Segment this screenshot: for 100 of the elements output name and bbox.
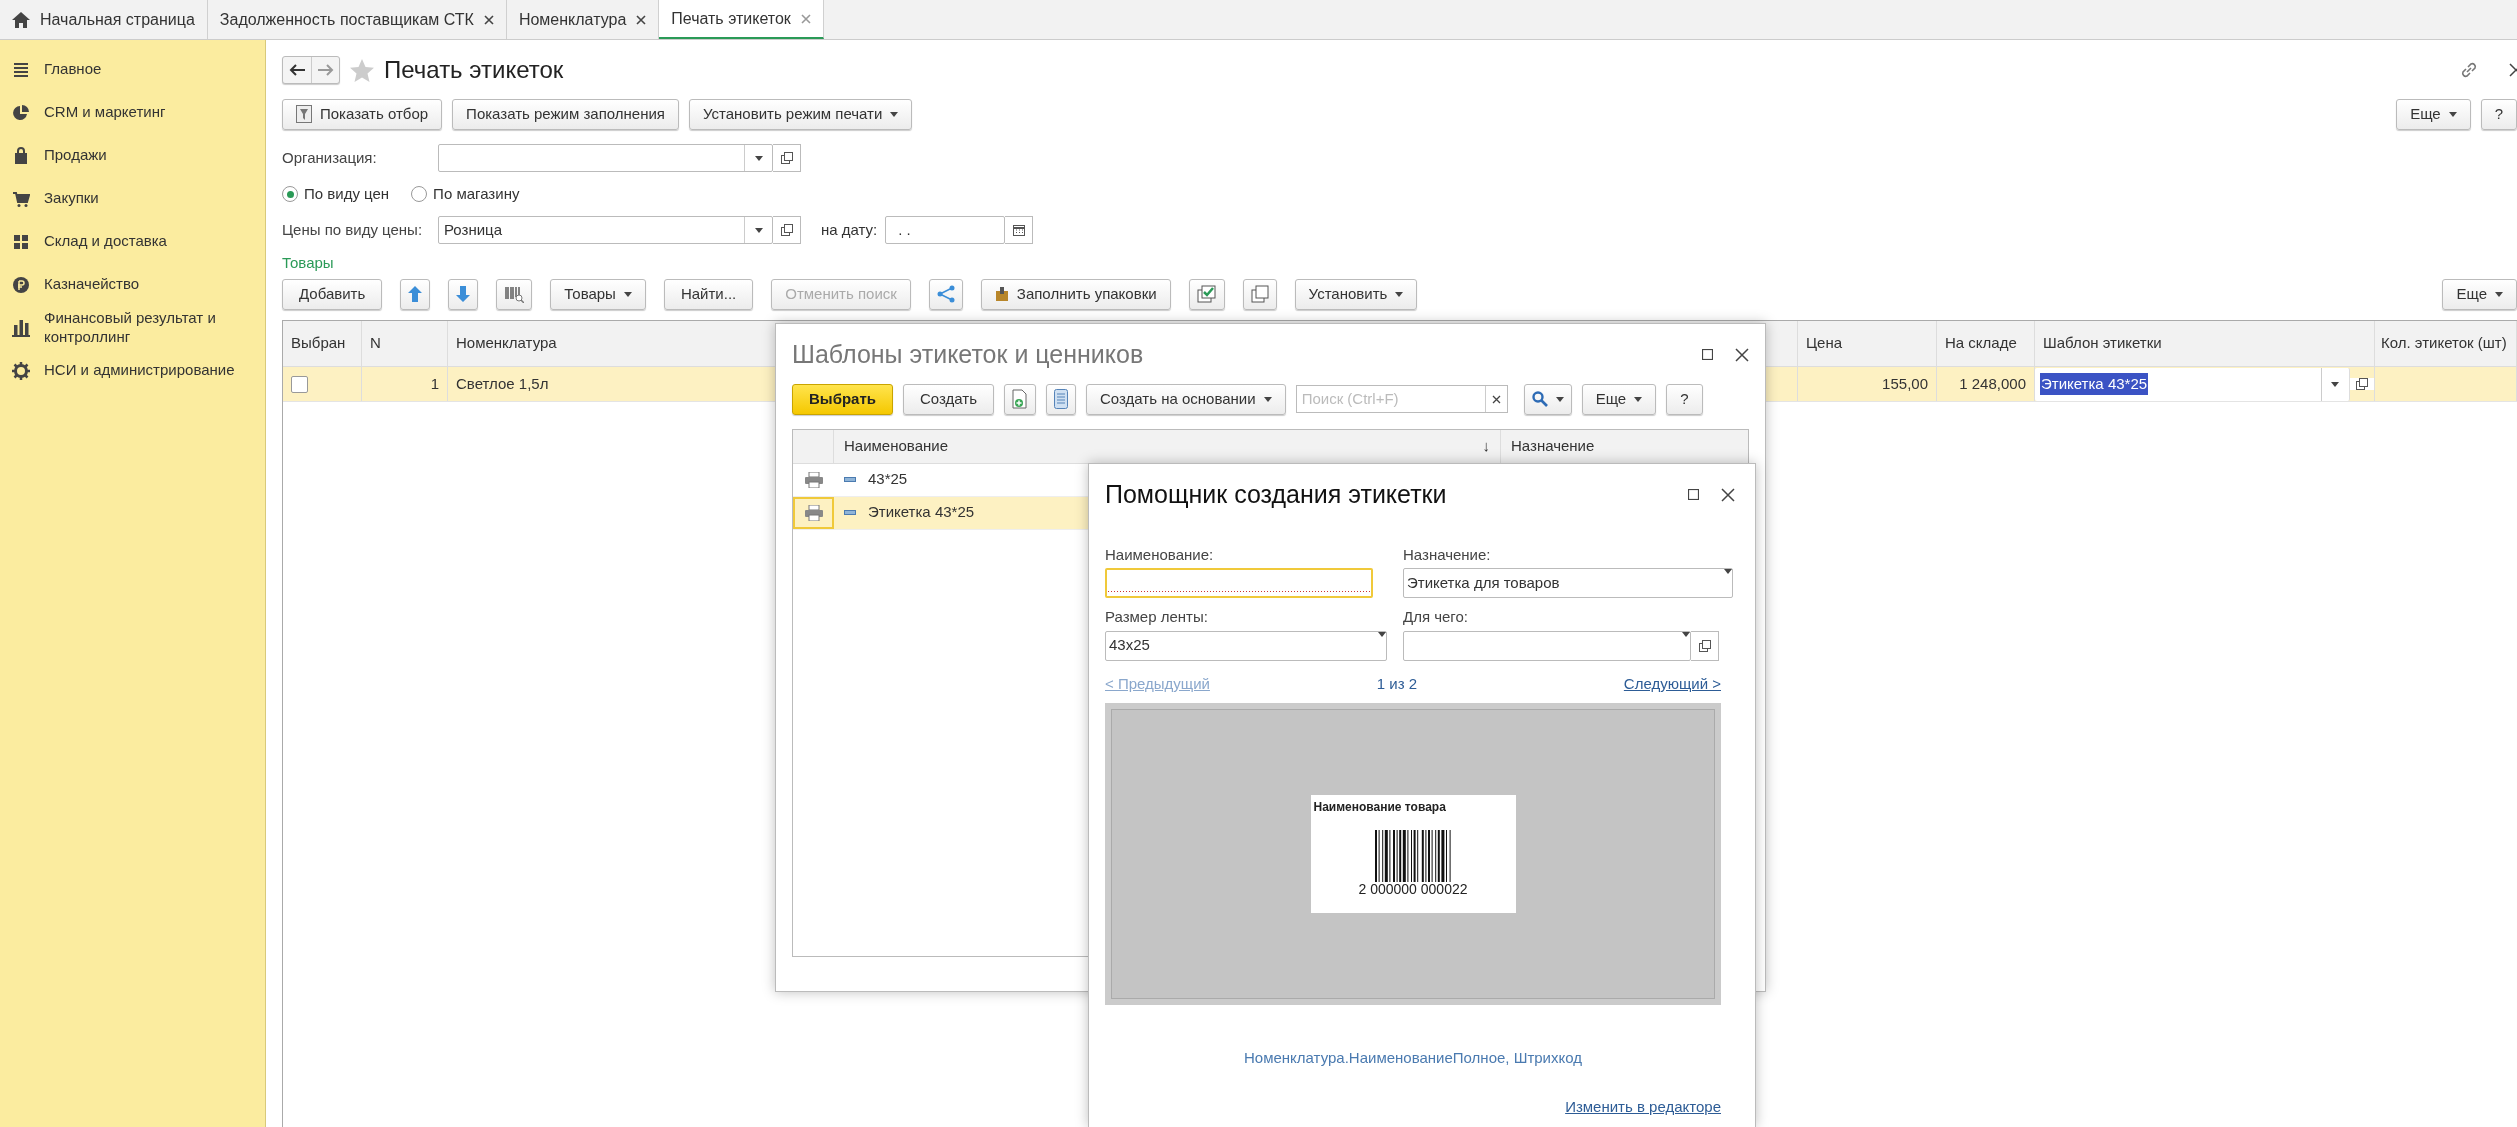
column-header[interactable]: Кол. этикеток (шт) <box>2375 321 2517 366</box>
next-link[interactable]: Следующий > <box>1623 672 1721 695</box>
field-value: 43x25 <box>1109 635 1150 656</box>
clear-icon[interactable] <box>1491 394 1501 404</box>
close-icon[interactable] <box>2509 63 2517 77</box>
more-button[interactable]: Еще <box>2442 278 2517 310</box>
help-button[interactable]: ? <box>1666 383 1703 415</box>
toolbar-button[interactable]: Товары <box>550 278 646 310</box>
column-header[interactable]: На складе <box>1937 321 2035 366</box>
sidebar-item[interactable]: Продажи <box>44 146 107 165</box>
calendar-button[interactable] <box>1005 216 1034 244</box>
star-icon[interactable] <box>350 58 374 82</box>
product-name: Наименование товара <box>1313 799 1447 816</box>
toolbar-button[interactable]: Создать на основании <box>1086 383 1286 415</box>
search-icon <box>1531 391 1548 407</box>
organization-field[interactable] <box>438 144 773 172</box>
sidebar-item[interactable]: Закупки <box>44 189 99 208</box>
toolbar-button[interactable] <box>1046 383 1076 415</box>
field-label: Организация: <box>282 147 378 168</box>
maximize-icon[interactable] <box>1688 489 1699 501</box>
left-arrow-icon <box>289 64 305 76</box>
open-button[interactable] <box>1691 630 1719 661</box>
right-arrow-icon <box>317 64 334 76</box>
radio-indicator[interactable] <box>282 186 298 202</box>
caret-icon <box>1395 291 1404 297</box>
close-icon[interactable] <box>1721 487 1735 502</box>
more-button[interactable]: Еще <box>2396 98 2471 130</box>
barcode-number: 2 000000 000022 <box>1358 882 1468 896</box>
toolbar-button[interactable]: Показать режим заполнения <box>452 98 679 130</box>
sidebar-item[interactable]: Финансовый результат и контроллинг <box>44 308 234 347</box>
toolbar-button[interactable] <box>1242 278 1277 310</box>
form-title: Печать этикеток <box>384 55 564 85</box>
close-icon[interactable] <box>483 14 494 25</box>
toolbar-button[interactable] <box>928 278 963 310</box>
field-value: Этикетка для товаров <box>1407 572 1560 593</box>
close-icon[interactable] <box>1735 347 1749 362</box>
list-cell-text: 43*25 <box>868 469 908 490</box>
more-button[interactable]: Еще <box>1581 383 1657 415</box>
sidebar-item[interactable]: НСИ и администрирование <box>44 361 235 380</box>
sidebar-item[interactable]: Казначейство <box>44 275 140 294</box>
edit-link[interactable]: Изменить в редакторе <box>1565 1097 1721 1115</box>
search-button[interactable] <box>1523 383 1572 415</box>
input-field[interactable]: 43x25 <box>1105 630 1387 661</box>
toolbar-button[interactable]: Найти... <box>663 278 754 310</box>
list-icon <box>1054 389 1068 409</box>
link-icon[interactable] <box>2459 60 2479 80</box>
checkbox[interactable] <box>291 375 308 393</box>
open-button[interactable] <box>773 216 801 244</box>
help-button[interactable]: ? <box>2480 98 2517 130</box>
radio-button[interactable]: По магазину <box>411 182 520 206</box>
sidebar-item[interactable]: Склад и доставка <box>44 232 167 251</box>
new-document-icon <box>1012 389 1028 409</box>
date-field[interactable]: . . <box>885 216 1006 244</box>
toolbar-button[interactable]: Показать отбор <box>282 98 443 130</box>
toolbar-button[interactable] <box>400 278 431 310</box>
input-field[interactable] <box>1105 568 1373 598</box>
field-value: Розница <box>444 219 502 240</box>
open-icon <box>1698 639 1711 652</box>
caret-icon <box>623 291 632 297</box>
column-header[interactable]: Цена <box>1798 321 1937 366</box>
maximize-icon[interactable] <box>1702 349 1713 361</box>
field-value: Этикетка 43*25 <box>2040 372 2149 396</box>
sidebar-item[interactable]: CRM и маркетинг <box>44 103 166 122</box>
input-field[interactable]: Этикетка для товаров <box>1403 568 1733 598</box>
tab[interactable]: Печать этикеток <box>659 0 824 39</box>
gear-icon <box>12 361 30 380</box>
open-button[interactable] <box>773 144 801 172</box>
menu-icon <box>12 60 30 79</box>
price-type-field[interactable]: Розница <box>438 216 773 244</box>
column-header[interactable]: Шаблон этикетки <box>2035 321 2375 366</box>
input-field[interactable] <box>1403 630 1691 661</box>
column-header[interactable]: Назначение <box>1511 434 1595 458</box>
column-header[interactable]: Выбран <box>283 321 362 366</box>
column-header[interactable]: Наименование <box>844 434 948 458</box>
dialog-title: Помощник создания этикетки <box>1105 479 1447 510</box>
toolbar-button[interactable]: Заполнить упаковки <box>980 278 1171 310</box>
table-cell-text: 1 248,000 <box>1959 373 2026 394</box>
dialog-title: Шаблоны этикеток и ценников <box>792 339 1144 370</box>
dropdown-icon <box>1724 569 1732 574</box>
sidebar-item[interactable]: Главное <box>44 60 102 79</box>
toolbar-button[interactable] <box>496 278 533 310</box>
toolbar-button[interactable] <box>1004 383 1036 415</box>
toolbar-button[interactable]: Установить режим печати <box>688 98 913 130</box>
caret-icon <box>1634 396 1643 402</box>
copy-icon <box>1250 285 1269 303</box>
toolbar-button[interactable] <box>448 278 479 310</box>
toolbar-button[interactable]: Добавить <box>282 278 383 310</box>
toolbar-button[interactable]: Выбрать <box>792 383 893 415</box>
toolbar-button[interactable]: Установить <box>1294 278 1418 310</box>
radio-indicator[interactable] <box>411 186 428 202</box>
toolbar-button[interactable]: Создать <box>903 383 994 415</box>
dropdown-icon <box>2331 381 2340 387</box>
list-cell-text: Этикетка 43*25 <box>868 502 975 523</box>
section-title: Товары <box>282 252 335 273</box>
search-field[interactable]: Поиск (Ctrl+F) <box>1295 385 1508 413</box>
column-header[interactable]: N <box>362 321 448 366</box>
radio-button[interactable]: По виду цен <box>282 182 390 206</box>
close-icon[interactable] <box>636 14 647 25</box>
toolbar-button[interactable] <box>1188 278 1225 310</box>
template-field[interactable]: Этикетка 43*25 <box>2035 367 2350 401</box>
